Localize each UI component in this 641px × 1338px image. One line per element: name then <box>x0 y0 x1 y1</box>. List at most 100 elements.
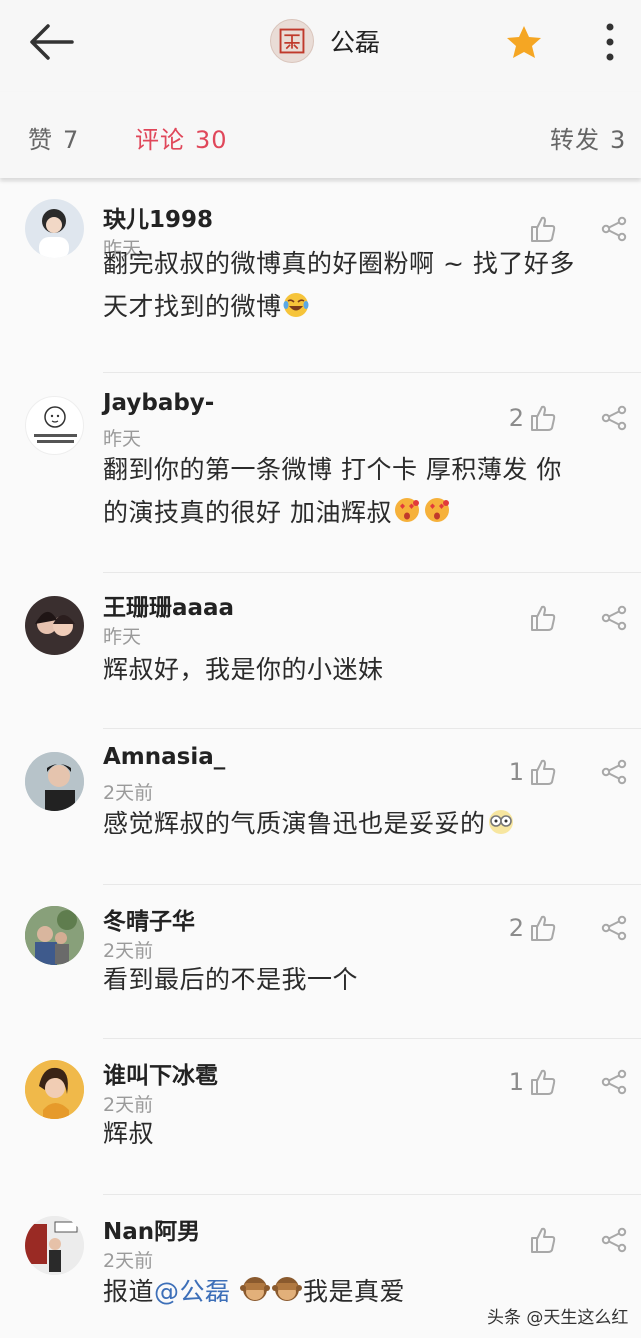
share-button[interactable] <box>601 915 627 941</box>
like-button[interactable] <box>530 215 556 243</box>
comment-item: 谁叫下冰雹 2天前 1 辉叔 <box>0 1040 641 1195</box>
comment-text-line: 辉叔好，我是你的小迷妹 <box>103 655 384 684</box>
heart-eyes-emoji <box>394 498 419 522</box>
like-count: 1 <box>508 1068 524 1096</box>
comment-text-line: 的演技真的很好 加油辉叔 <box>103 498 392 527</box>
avatar[interactable] <box>25 596 84 655</box>
comment-time: 2天前 <box>103 1250 154 1272</box>
like-button[interactable] <box>530 1226 556 1254</box>
thumbs-up-icon <box>531 1227 556 1253</box>
comment-text-line: 翻完叔叔的微博真的好圈粉啊 ~ 找了好多 <box>103 249 575 278</box>
comment-username[interactable]: Amnasia_ <box>103 744 225 770</box>
comment-time: 2天前 <box>103 782 154 804</box>
thumbs-up-icon <box>531 216 556 242</box>
thumbs-up-icon <box>531 1069 556 1095</box>
comment-item: Amnasia_ 2天前 1 感觉辉叔的气质演鲁迅也是妥妥的 <box>0 730 641 885</box>
divider <box>103 572 641 573</box>
favorite-button[interactable] <box>505 24 543 60</box>
thumbs-up-icon <box>531 759 556 785</box>
title-avatar[interactable] <box>270 19 314 63</box>
tab-comments-label: 评论 <box>135 126 185 154</box>
avatar[interactable] <box>25 906 84 965</box>
tab-likes-count: 7 <box>63 126 80 154</box>
like-count: 1 <box>508 758 524 786</box>
share-button[interactable] <box>601 759 627 785</box>
title-area[interactable]: 公磊 <box>270 18 380 64</box>
avatar[interactable] <box>25 199 84 258</box>
avatar[interactable] <box>25 752 84 811</box>
comment-text: 感觉辉叔的气质演鲁迅也是妥妥的 <box>103 802 623 845</box>
avatar[interactable] <box>25 396 84 455</box>
share-icon <box>601 405 627 431</box>
comment-text-suffix: 我是真爱 <box>302 1277 405 1306</box>
avatar[interactable] <box>25 1216 84 1275</box>
share-icon <box>601 1069 627 1095</box>
comment-username[interactable]: 玦儿1998 <box>103 200 213 234</box>
star-icon <box>507 26 541 58</box>
comment-text-line: 辉叔 <box>103 1119 155 1148</box>
share-icon <box>601 915 627 941</box>
comment-username[interactable]: 冬晴子华 <box>103 902 195 936</box>
tab-bar: 赞7 评论 30 转发 3 <box>0 92 641 178</box>
arrow-left-icon <box>30 24 74 60</box>
comment-text: 看到最后的不是我一个 <box>103 958 623 1001</box>
more-button[interactable] <box>598 22 622 62</box>
like-count: 2 <box>508 404 524 432</box>
share-button[interactable] <box>601 1227 627 1253</box>
share-icon <box>601 216 627 242</box>
tab-reposts[interactable]: 转发 3 <box>550 120 626 155</box>
thumbs-up-icon <box>531 605 556 631</box>
back-button[interactable] <box>28 22 74 62</box>
share-icon <box>601 605 627 631</box>
tab-reposts-label: 转发 <box>550 126 600 154</box>
like-button[interactable] <box>530 604 556 632</box>
share-button[interactable] <box>601 405 627 431</box>
divider <box>103 728 641 729</box>
watermark-text: 头条 @天生这么红 <box>487 1308 629 1328</box>
thumbs-up-icon <box>531 405 556 431</box>
comment-list: 玦儿1998 昨天 翻完叔叔的微博真的好圈粉啊 ~ 找了好多 天才找到的微博 J… <box>0 182 641 1338</box>
tab-likes-label: 赞 <box>28 126 53 154</box>
comment-username[interactable]: Jaybaby- <box>103 390 214 416</box>
tab-comments-count: 30 <box>195 126 228 154</box>
tab-likes[interactable]: 赞7 <box>28 120 79 155</box>
comment-item: Jaybaby- 昨天 2 翻到你的第一条微博 打个卡 厚积薄发 你 的演技真的… <box>0 374 641 573</box>
comment-text-line: 感觉辉叔的气质演鲁迅也是妥妥的 <box>103 809 486 838</box>
like-button[interactable] <box>530 1068 556 1096</box>
laugh-cry-emoji <box>283 293 309 317</box>
comment-username[interactable]: 谁叫下冰雹 <box>103 1056 218 1090</box>
share-button[interactable] <box>601 1069 627 1095</box>
share-icon <box>601 1227 627 1253</box>
comment-text-line: 天才找到的微博 <box>103 292 282 321</box>
comment-text-prefix: 报道 <box>103 1277 155 1306</box>
top-bar: 公磊 <box>0 0 641 92</box>
avatar[interactable] <box>25 1060 84 1119</box>
share-icon <box>601 759 627 785</box>
like-button[interactable] <box>530 914 556 942</box>
comment-text: 翻到你的第一条微博 打个卡 厚积薄发 你 的演技真的很好 加油辉叔 <box>103 448 623 534</box>
divider <box>103 1038 641 1039</box>
comment-username[interactable]: Nan阿男 <box>103 1212 200 1246</box>
comment-item: 王珊珊aaaa 昨天 辉叔好，我是你的小迷妹 <box>0 574 641 729</box>
comment-text: 翻完叔叔的微博真的好圈粉啊 ~ 找了好多 天才找到的微博 <box>103 242 623 328</box>
more-vertical-icon <box>606 23 614 61</box>
like-count: 2 <box>508 914 524 942</box>
comment-text-line: 翻到你的第一条微博 打个卡 厚积薄发 你 <box>103 455 562 484</box>
share-button[interactable] <box>601 605 627 631</box>
comment-text: 辉叔好，我是你的小迷妹 <box>103 648 623 691</box>
divider <box>103 1194 641 1195</box>
comment-username[interactable]: 王珊珊aaaa <box>103 588 234 622</box>
nerd-glasses-emoji <box>488 810 513 834</box>
comment-time: 昨天 <box>103 428 142 450</box>
see-no-evil-monkey-emoji <box>239 1277 270 1301</box>
like-button[interactable] <box>530 404 556 432</box>
page-title: 公磊 <box>330 28 381 57</box>
thumbs-up-icon <box>531 915 556 941</box>
like-button[interactable] <box>530 758 556 786</box>
tab-comments[interactable]: 评论 30 <box>135 120 228 155</box>
share-button[interactable] <box>601 216 627 242</box>
seal-avatar-image <box>279 28 305 54</box>
heart-eyes-emoji <box>424 498 449 522</box>
user-mention-link[interactable]: @公磊 <box>154 1277 231 1306</box>
see-no-evil-monkey-emoji <box>271 1277 302 1301</box>
